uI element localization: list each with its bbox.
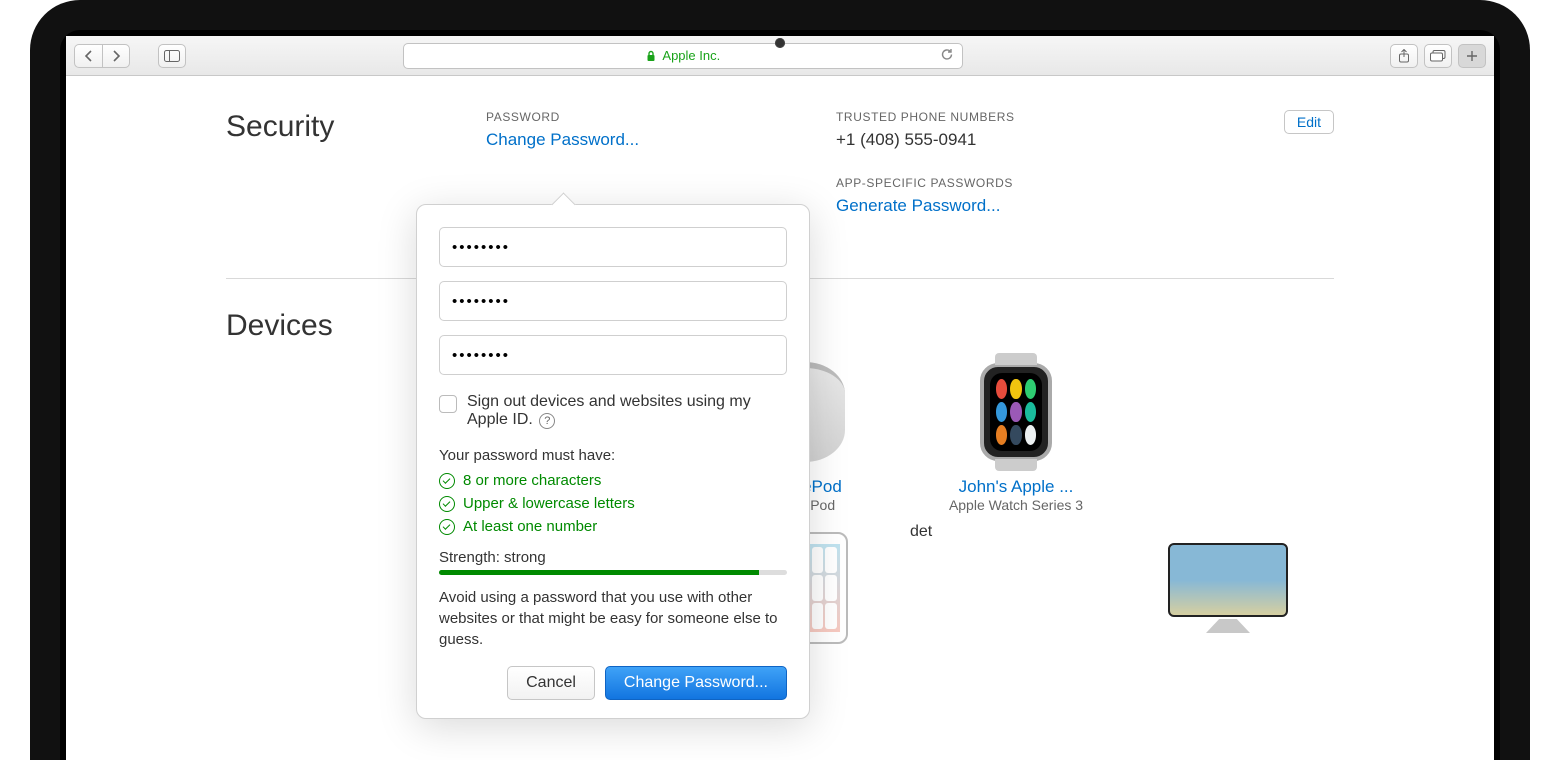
tabs-button[interactable] xyxy=(1424,44,1452,68)
requirement-item: At least one number xyxy=(439,518,787,535)
verify-password-input[interactable] xyxy=(439,335,787,375)
page-content: Security PASSWORD Change Password... TRU… xyxy=(66,76,1494,760)
edit-button[interactable]: Edit xyxy=(1284,110,1334,134)
help-icon[interactable]: ? xyxy=(539,413,555,429)
check-icon xyxy=(439,496,455,512)
laptop-bezel: Apple Inc. Security xyxy=(30,0,1530,760)
plus-icon xyxy=(1466,50,1478,62)
security-title: Security xyxy=(226,110,486,144)
reload-button[interactable] xyxy=(940,47,954,64)
new-password-input[interactable] xyxy=(439,281,787,321)
sidebar-button[interactable] xyxy=(158,44,186,68)
check-icon xyxy=(439,473,455,489)
signout-devices-checkbox[interactable] xyxy=(439,395,457,413)
device-model: Apple Watch Series 3 xyxy=(949,497,1083,513)
check-icon xyxy=(439,519,455,535)
strength-label: Strength: strong xyxy=(439,549,787,566)
password-heading: PASSWORD xyxy=(486,110,836,124)
trusted-numbers-heading: TRUSTED PHONE NUMBERS xyxy=(836,110,1244,124)
device-imac[interactable] xyxy=(1122,523,1334,663)
imac-icon xyxy=(1168,543,1288,633)
requirement-item: 8 or more characters xyxy=(439,472,787,489)
device-watch[interactable]: John's Apple ... Apple Watch Series 3 xyxy=(910,347,1122,523)
current-password-input[interactable] xyxy=(439,227,787,267)
lock-icon xyxy=(646,50,656,62)
generate-password-link[interactable]: Generate Password... xyxy=(836,196,1244,216)
requirements-title: Your password must have: xyxy=(439,447,787,464)
share-button[interactable] xyxy=(1390,44,1418,68)
cancel-button[interactable]: Cancel xyxy=(507,666,595,700)
forward-button[interactable] xyxy=(102,44,130,68)
app-specific-heading: APP-SPECIFIC PASSWORDS xyxy=(836,176,1244,190)
password-advice: Avoid using a password that you use with… xyxy=(439,587,787,650)
strength-meter xyxy=(439,570,787,575)
signout-devices-label: Sign out devices and websites using my A… xyxy=(467,393,787,429)
url-bar[interactable]: Apple Inc. xyxy=(403,43,963,69)
change-password-button[interactable]: Change Password... xyxy=(605,666,787,700)
sidebar-icon xyxy=(164,50,180,62)
url-host: Apple Inc. xyxy=(662,48,720,63)
reload-icon xyxy=(940,47,954,61)
watch-icon xyxy=(980,363,1052,461)
new-tab-button[interactable] xyxy=(1458,44,1486,68)
back-button[interactable] xyxy=(74,44,102,68)
change-password-link[interactable]: Change Password... xyxy=(486,130,836,150)
camera-dot xyxy=(775,38,785,48)
chevron-right-icon xyxy=(111,50,121,62)
tabs-icon xyxy=(1430,50,1446,62)
trusted-number-value: +1 (408) 555-0941 xyxy=(836,130,1244,150)
device-name: John's Apple ... xyxy=(959,477,1074,497)
chevron-left-icon xyxy=(84,50,94,62)
share-icon xyxy=(1398,49,1410,63)
screen: Apple Inc. Security xyxy=(66,36,1494,760)
requirement-item: Upper & lowercase letters xyxy=(439,495,787,512)
change-password-popover: Sign out devices and websites using my A… xyxy=(416,204,810,719)
